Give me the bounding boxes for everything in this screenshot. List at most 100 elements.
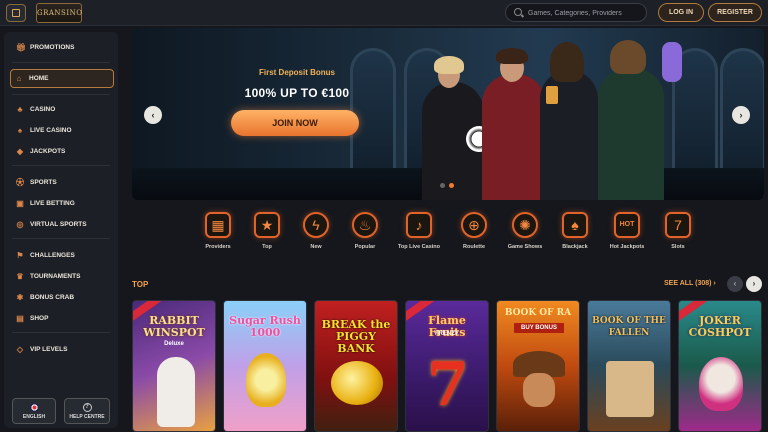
sidebar-item-bonus-crab[interactable]: ✱ BONUS CRAB (12, 290, 112, 306)
category-label: Slots (671, 244, 685, 250)
character-hair (496, 48, 528, 64)
help-icon: ? (82, 403, 92, 412)
search-icon (514, 8, 522, 16)
slot-machine-icon: 7 (665, 212, 691, 238)
promo-character (482, 74, 546, 200)
banner-next-button[interactable]: › (732, 106, 750, 124)
home-icon: ⌂ (16, 74, 22, 83)
category-roulette[interactable]: ⊕ Roulette (446, 212, 502, 250)
slide-dot-active[interactable] (449, 183, 454, 188)
wheel-icon: ✺ (512, 212, 538, 238)
sidebar-item-casino[interactable]: ♣ CASINO (12, 102, 112, 118)
game-title: BREAK the PIGGY BANK (321, 318, 391, 355)
category-hot-jackpots[interactable]: HOT Hot Jackpots (599, 212, 655, 250)
promo-title: First Deposit Bonus (258, 68, 335, 77)
logo[interactable]: GRANSINO (36, 3, 82, 23)
banner-prev-button[interactable]: ‹ (144, 106, 162, 124)
divider (12, 62, 110, 63)
category-label: Blackjack (562, 244, 588, 250)
divider (12, 165, 110, 166)
language-label: ENGLISH (22, 414, 46, 420)
see-all-label: SEE ALL (308) (664, 280, 712, 287)
game-title: Sugar Rush 1000 (229, 314, 301, 339)
foam-finger-icon (662, 42, 682, 82)
category-label: Roulette (463, 244, 485, 250)
tournaments-icon: ♛ (16, 272, 24, 281)
sidebar-item-promotions[interactable]: 🎁︎ PROMOTIONS (12, 40, 112, 56)
game-card[interactable]: BOOK OF RA BUY BONUS (496, 300, 580, 432)
game-card[interactable]: RABBIT WINSPOT Deluxe (132, 300, 216, 432)
category-providers[interactable]: ▦ Providers (190, 212, 246, 250)
category-label: Top (262, 244, 272, 250)
slide-dot[interactable] (440, 183, 445, 188)
sidebar-item-vip-levels[interactable]: ◇ VIP LEVELS (12, 342, 112, 358)
register-button[interactable]: REGISTER (708, 3, 762, 22)
live-casino-icon: ♠ (17, 126, 23, 135)
login-button[interactable]: LOG IN (658, 3, 704, 22)
sidebar-item-home[interactable]: ⌂ HOME (10, 69, 114, 88)
sidebar-item-label: PROMOTIONS (30, 44, 75, 51)
divider (12, 94, 110, 95)
help-centre-button[interactable]: ? HELP CENTRE (64, 398, 110, 424)
sidebar-item-tournaments[interactable]: ♛ TOURNAMENTS (12, 269, 112, 285)
sidebar-item-label: VIRTUAL SPORTS (30, 221, 87, 228)
sidebar-item-challenges[interactable]: ⚑ CHALLENGES (12, 248, 112, 264)
divider (12, 332, 110, 333)
promo-banner[interactable]: First Deposit Bonus 100% UP TO €100 JOIN… (132, 28, 764, 200)
character-hair (550, 42, 584, 82)
category-label: Top Live Casino (397, 244, 441, 250)
category-blackjack[interactable]: ♠ Blackjack (547, 212, 603, 250)
candy-egg (246, 353, 286, 407)
uk-flag-icon (29, 403, 39, 412)
star-icon: ★ (254, 212, 280, 238)
category-popular[interactable]: ♨ Popular (337, 212, 393, 250)
sidebar-item-sports[interactable]: ⚽︎ SPORTS (12, 175, 112, 191)
game-card[interactable]: JOKER COSHPOT (678, 300, 762, 432)
category-label: Providers (205, 244, 231, 250)
game-title: BOOK OF THE FALLEN (592, 316, 666, 338)
game-card[interactable]: Sugar Rush 1000 (223, 300, 307, 432)
sidebar-item-live-betting[interactable]: ▣ LIVE BETTING (12, 196, 112, 212)
category-slots[interactable]: 7 Slots (650, 212, 706, 250)
sidebar-item-label: LIVE CASINO (30, 127, 72, 134)
sidebar-item-live-casino[interactable]: ♠ LIVE CASINO (12, 123, 112, 139)
category-label: New (310, 244, 322, 250)
sidebar-item-label: VIP LEVELS (30, 346, 68, 353)
hot-icon: HOT (614, 212, 640, 238)
vip-icon: ◇ (16, 345, 24, 354)
menu-toggle-button[interactable] (6, 4, 26, 22)
promo-amount: 100% UP TO €100 (244, 86, 350, 100)
games-next-button[interactable]: › (746, 276, 762, 292)
games-prev-button[interactable]: ‹ (727, 276, 743, 292)
sidebar-item-shop[interactable]: ▤ SHOP (12, 311, 112, 327)
character-hair (610, 40, 646, 74)
game-card[interactable]: BREAK the PIGGY BANK (314, 300, 398, 432)
game-title: BOOK OF RA (504, 308, 572, 318)
game-card[interactable]: Flame Fruits FRENZY 7 (405, 300, 489, 432)
category-new[interactable]: ϟ New (288, 212, 344, 250)
category-top-live-casino[interactable]: ♪ Top Live Casino (391, 212, 447, 250)
sidebar-item-label: SPORTS (30, 179, 57, 186)
virtual-sports-icon: ◎ (16, 220, 24, 229)
bonus-crab-icon: ✱ (16, 293, 24, 302)
character-hair (434, 56, 464, 74)
top-bar: GRANSINO LOG IN REGISTER (0, 0, 768, 26)
category-game-shows[interactable]: ✺ Game Shows (497, 212, 553, 250)
see-all-link[interactable]: SEE ALL (308) › (664, 280, 716, 287)
join-now-button[interactable]: JOIN NOW (231, 110, 359, 136)
sidebar-item-virtual-sports[interactable]: ◎ VIRTUAL SPORTS (12, 217, 112, 233)
lucky-seven: 7 (427, 350, 469, 420)
search-box[interactable] (505, 3, 647, 22)
game-card[interactable]: BOOK OF THE FALLEN (587, 300, 671, 432)
category-label: Popular (354, 244, 376, 250)
language-button[interactable]: ENGLISH (12, 398, 56, 424)
sidebar-item-jackpots[interactable]: ◆ JACKPOTS (12, 144, 112, 160)
joker-character (699, 357, 743, 411)
casino-icon: ♣ (17, 105, 23, 114)
category-top[interactable]: ★ Top (239, 212, 295, 250)
shop-icon: ▤ (16, 314, 24, 323)
search-input[interactable] (528, 7, 643, 19)
lightning-icon: ϟ (303, 212, 329, 238)
sidebar-item-label: HOME (29, 75, 49, 82)
promo-character (598, 68, 664, 200)
